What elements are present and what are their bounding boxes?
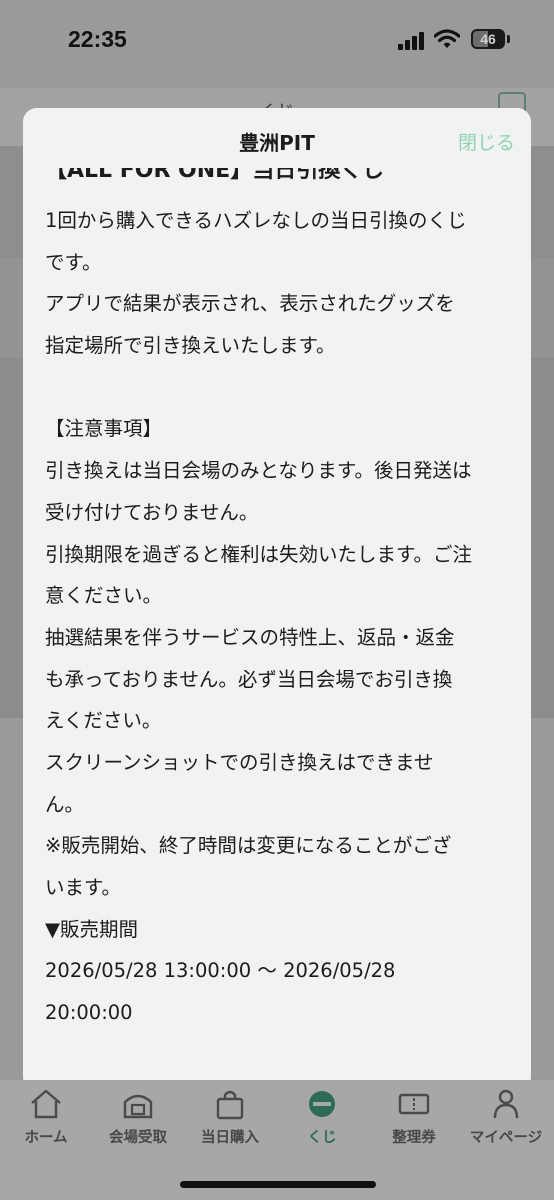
ticket-icon [398,1093,430,1115]
status-bar: 22:35 46 [0,0,554,80]
body-line: です。 [45,250,102,274]
body-line: 引き換えは当日会場のみとなります。後日発送は [45,459,472,483]
cellular-signal-icon [398,32,426,50]
body-line: 20:00:00 [45,1001,133,1025]
modal-title: 豊洲PIT [239,131,315,155]
body-line: 2026/05/28 13:00:00 〜 2026/05/28 [45,959,396,983]
tab-lottery[interactable]: くじ [276,1088,368,1147]
tab-label: 当日購入 [201,1130,259,1146]
tab-label: マイページ [469,1130,543,1146]
battery-level: 46 [480,31,496,47]
body-line: 意ください。 [45,584,163,608]
tab-label: 会場受取 [109,1130,167,1146]
body-line: ▼販売期間 [45,917,138,941]
body-line [45,367,513,409]
modal-body: 1回から購入できるハズレなしの当日引換のくじ です。 アプリで結果が表示され、表… [45,200,513,1034]
body-line: 1回から購入できるハズレなしの当日引換のくじ [45,209,467,232]
body-line: 指定場所で引き換えいたします。 [45,334,336,358]
body-line: ※販売開始、終了時間は変更になることがござ [45,834,452,858]
tab-label: 整理券 [392,1130,436,1146]
body-line: 【注意事項】 [45,417,163,441]
body-line: います。 [45,876,122,899]
body-line: ん。 [45,792,85,816]
user-icon [493,1089,519,1119]
status-time: 22:35 [68,26,127,52]
tab-numbered-ticket[interactable]: 整理券 [368,1088,460,1147]
home-icon [31,1089,61,1119]
battery-tip [507,35,510,43]
body-line: も承っておりません。必ず当日会場でお引き換 [45,667,453,691]
lottery-detail-modal: 【ALL FOR ONE】当日引換くじ 豊洲PIT 閉じる 1回から購入できるハ… [23,108,531,1091]
venue-icon [123,1094,153,1119]
tab-venue-pickup[interactable]: 会場受取 [92,1088,184,1147]
home-indicator [180,1181,376,1188]
modal-header: 豊洲PIT 閉じる [23,108,531,168]
battery-icon: 46 [471,29,505,49]
tab-label: ホーム [24,1130,68,1146]
tab-same-day-purchase[interactable]: 当日購入 [184,1088,276,1147]
wifi-icon [434,29,460,48]
body-line: えください。 [45,709,162,733]
body-line: 受け付けておりません。 [45,500,259,524]
tab-home[interactable]: ホーム [0,1088,92,1147]
shopping-bag-icon [216,1090,244,1120]
lottery-icon [309,1091,335,1117]
body-line: 引換期限を過ぎると権利は失効いたします。ご注 [45,542,473,566]
body-line: アプリで結果が表示され、表示されたグッズを [45,292,455,316]
close-button[interactable]: 閉じる [458,128,515,155]
tab-my-page[interactable]: マイページ [460,1088,552,1147]
tab-label: くじ [307,1130,337,1146]
body-line: 抽選結果を伴うサービスの特性上、返品・返金 [45,625,455,649]
body-line: スクリーンショットでの引き換えはできませ [45,750,434,774]
